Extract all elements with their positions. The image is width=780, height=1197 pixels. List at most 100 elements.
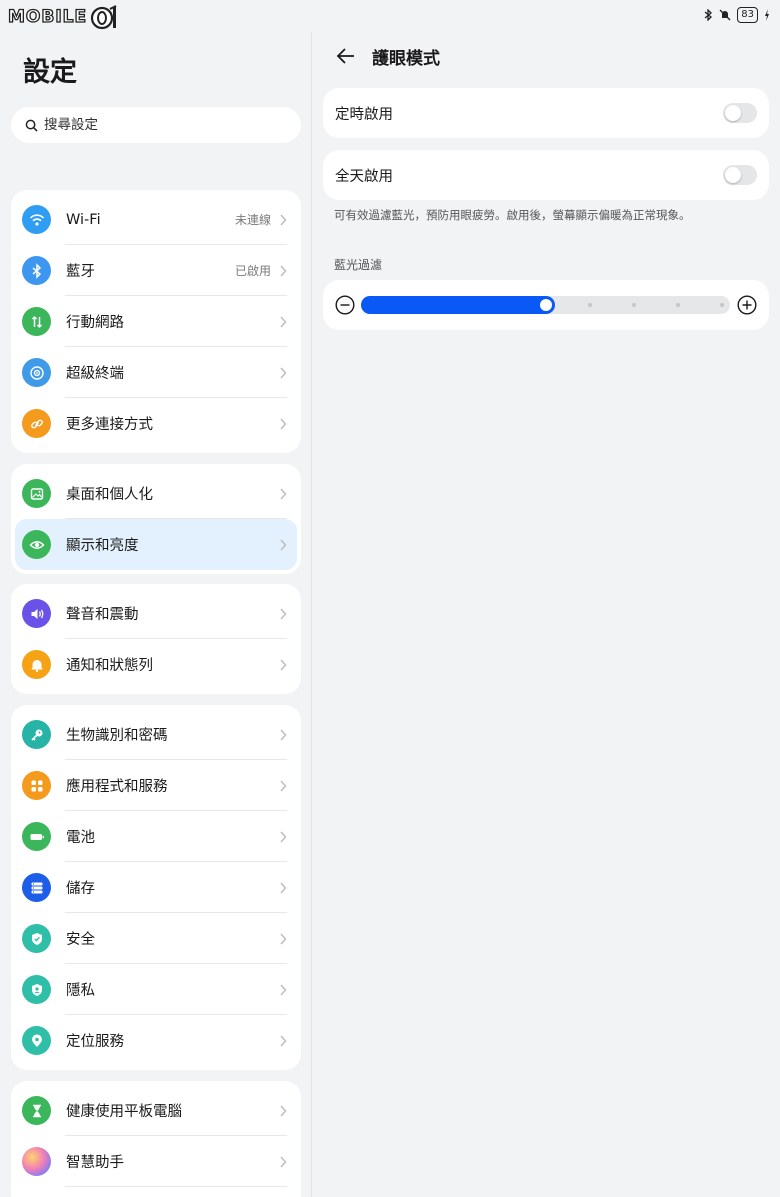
- detail-header: 護眼模式: [323, 40, 440, 72]
- watermark-logo: MOBILE: [7, 4, 119, 30]
- settings-item-label: Wi-Fi: [66, 211, 101, 228]
- privacy-icon: [22, 975, 51, 1004]
- allday-toggle[interactable]: [723, 165, 757, 185]
- settings-item-label: 桌面和個人化: [66, 487, 153, 503]
- settings-item-label: 藍牙: [66, 264, 95, 280]
- search-bar[interactable]: [11, 107, 301, 143]
- slider-thumb[interactable]: [540, 299, 552, 311]
- chevron-right-icon: [280, 729, 287, 740]
- settings-item-security[interactable]: 安全: [15, 913, 297, 964]
- wifi-icon: [22, 205, 51, 234]
- chevron-right-icon: [280, 488, 287, 499]
- chevron-right-icon: [280, 1105, 287, 1116]
- battery-level: 83: [737, 7, 758, 23]
- back-arrow-icon[interactable]: [335, 45, 357, 67]
- settings-item-home-personalization[interactable]: 桌面和個人化: [15, 468, 297, 519]
- page-title: 設定: [23, 57, 77, 88]
- settings-item-sound-vibration[interactable]: 聲音和震動: [15, 588, 297, 639]
- chevron-right-icon: [280, 659, 287, 670]
- settings-item-storage[interactable]: 儲存: [15, 862, 297, 913]
- allday-label: 全天啟用: [335, 168, 393, 185]
- slider-step-dot: [632, 303, 636, 307]
- chevron-right-icon: [280, 882, 287, 893]
- scheduled-row[interactable]: 定時啟用: [323, 88, 769, 138]
- settings-item-label: 應用程式和服務: [66, 779, 168, 795]
- mobile-data-icon: [22, 307, 51, 336]
- settings-item-label: 定位服務: [66, 1034, 124, 1050]
- super-device-icon: [22, 358, 51, 387]
- settings-item-label: 更多連接方式: [66, 417, 153, 433]
- settings-item-super-device[interactable]: 超級終端: [15, 347, 297, 398]
- settings-item-location[interactable]: 定位服務: [15, 1015, 297, 1066]
- status-bar: MOBILE 83: [0, 0, 780, 32]
- blue-light-filter-label: 藍光過濾: [334, 258, 383, 272]
- chevron-right-icon: [280, 984, 287, 995]
- settings-item-privacy[interactable]: 隱私: [15, 964, 297, 1015]
- blue-light-slider[interactable]: [361, 296, 730, 314]
- allday-row[interactable]: 全天啟用: [323, 150, 769, 200]
- settings-item-label: 隱私: [66, 983, 95, 999]
- blue-light-slider-row: [323, 280, 769, 330]
- settings-item-mobile-network[interactable]: 行動網路: [15, 296, 297, 347]
- settings-item-label: 儲存: [66, 881, 95, 897]
- settings-group-security-system: 生物識別和密碼 應用程式和服務 電池 儲存 安全 隱私 定位服務: [11, 705, 301, 1070]
- settings-item-wifi[interactable]: Wi-Fi 未連線: [15, 194, 297, 245]
- chevron-right-icon: [280, 316, 287, 327]
- slider-step-dot: [588, 303, 592, 307]
- settings-item-label: 安全: [66, 932, 95, 948]
- search-input[interactable]: [44, 117, 274, 133]
- eye-icon: [22, 530, 51, 559]
- settings-item-display-brightness[interactable]: 顯示和亮度: [15, 519, 297, 570]
- slider-step-dot: [676, 303, 680, 307]
- settings-item-label: 行動網路: [66, 315, 124, 331]
- speaker-icon: [22, 599, 51, 628]
- chevron-right-icon: [280, 933, 287, 944]
- scheduled-toggle[interactable]: [723, 103, 757, 123]
- slider-step-dot: [720, 303, 724, 307]
- apps-icon: [22, 771, 51, 800]
- settings-item-more-connections[interactable]: 更多連接方式: [15, 398, 297, 449]
- chevron-right-icon: [280, 1156, 287, 1167]
- settings-item-label: 顯示和亮度: [66, 538, 139, 554]
- location-icon: [22, 1026, 51, 1055]
- panel-divider: [311, 32, 312, 1197]
- chevron-right-icon: [280, 780, 287, 791]
- settings-item-apps-services[interactable]: 應用程式和服務: [15, 760, 297, 811]
- settings-item-value: 未連線: [234, 213, 271, 227]
- slider-fill: [361, 296, 555, 314]
- settings-item-battery[interactable]: 電池: [15, 811, 297, 862]
- chevron-right-icon: [280, 539, 287, 550]
- settings-item-biometrics[interactable]: 生物識別和密碼: [15, 709, 297, 760]
- shield-icon: [22, 924, 51, 953]
- battery-icon: [22, 822, 51, 851]
- eye-comfort-description: 可有效過濾藍光，預防用眼疲勞。啟用後，螢幕顯示偏暖為正常現象。: [334, 208, 691, 222]
- allday-card: 全天啟用: [323, 150, 769, 200]
- chevron-right-icon: [280, 831, 287, 842]
- increase-icon[interactable]: [737, 295, 757, 315]
- settings-item-value: 已啟用: [234, 264, 271, 278]
- settings-item-notifications[interactable]: 通知和狀態列: [15, 639, 297, 690]
- logo-mark: [91, 5, 117, 30]
- settings-item-label: 聲音和震動: [66, 607, 139, 623]
- assistant-icon: [22, 1147, 51, 1176]
- charging-icon: [765, 9, 769, 21]
- settings-group-display: 桌面和個人化 顯示和亮度: [11, 464, 301, 574]
- key-icon: [22, 720, 51, 749]
- logo-text: MOBILE: [7, 6, 88, 27]
- decrease-icon[interactable]: [335, 295, 355, 315]
- detail-title: 護眼模式: [372, 48, 440, 69]
- settings-item-smart-assistant[interactable]: 智慧助手: [15, 1136, 297, 1187]
- settings-item-label: 電池: [66, 830, 95, 846]
- settings-item-label: 健康使用平板電腦: [66, 1104, 182, 1120]
- chevron-right-icon: [280, 265, 287, 276]
- storage-icon: [22, 873, 51, 902]
- settings-item-digital-balance[interactable]: 健康使用平板電腦: [15, 1085, 297, 1136]
- bluetooth-icon: [22, 256, 51, 285]
- blue-light-filter-card: [323, 280, 769, 330]
- status-icons: 83: [704, 7, 770, 23]
- search-icon: [25, 119, 38, 132]
- settings-item-label: 超級終端: [66, 366, 124, 382]
- settings-item-bluetooth[interactable]: 藍牙 已啟用: [15, 245, 297, 296]
- chevron-right-icon: [280, 367, 287, 378]
- wallpaper-icon: [22, 479, 51, 508]
